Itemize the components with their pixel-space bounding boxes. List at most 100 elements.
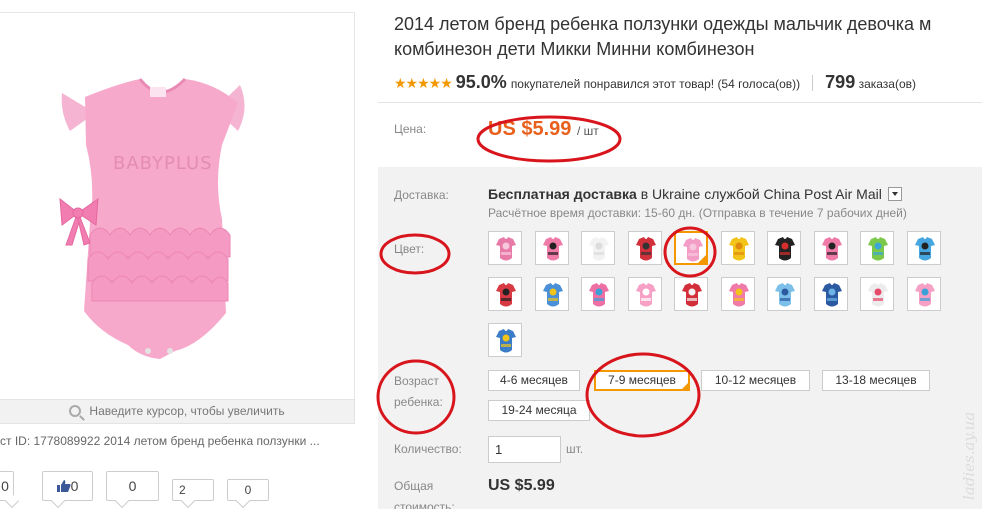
share-count: 0	[1, 478, 9, 494]
age-option-4-6[interactable]: 4-6 месяцев	[488, 370, 580, 391]
age-option-19-24[interactable]: 19-24 месяца	[488, 400, 590, 421]
shipping-estimate: Расчётное время доставки: 15-60 дн. (Отп…	[488, 206, 907, 220]
price-value-row: US $5.99 / шт	[488, 118, 599, 141]
color-swatch-blue-mickey-romper[interactable]	[907, 231, 941, 265]
mickey-black-romper-icon	[775, 237, 795, 261]
pink-ruffle-romper-icon	[683, 238, 703, 262]
divider	[378, 102, 982, 103]
pin-count-box[interactable]: 0	[227, 479, 269, 501]
shipping-title: Бесплатная доставка	[488, 186, 637, 202]
red-mickey-romper-icon	[682, 283, 702, 307]
age-label-line-2: ребенка:	[394, 395, 443, 409]
like-button[interactable]: 0	[42, 471, 93, 501]
product-image-preview[interactable]: BABYPLUS	[0, 12, 355, 400]
rating-row: ★★★★★ 95.0% покупателей понравился этот то…	[394, 70, 916, 94]
kitty-white-romper-icon	[868, 283, 888, 307]
color-swatch-light-blue-romper[interactable]	[767, 277, 801, 311]
light-blue-romper-icon	[775, 283, 795, 307]
zoom-hint-bar: Наведите курсор, чтобы увеличить	[0, 399, 355, 424]
age-option-7-9[interactable]: 7-9 месяцев	[594, 370, 690, 391]
mickey-blue-set-icon	[496, 329, 516, 353]
like-count: 0	[70, 478, 79, 494]
image-brand-text: BABYPLUS	[113, 153, 213, 174]
color-swatch-yellow-pooh-romper[interactable]	[721, 231, 755, 265]
product-id-line: ст ID: 1778089922 2014 летом бренд ребен…	[0, 434, 320, 448]
magnifier-icon	[69, 405, 82, 417]
color-swatch-kitty-white-romper[interactable]	[860, 277, 894, 311]
pink-romper-set-icon	[496, 237, 516, 261]
age-option-10-12[interactable]: 10-12 месяцев	[701, 370, 810, 391]
yellow-pooh-romper-icon	[729, 237, 749, 261]
color-swatch-pink-romper-set[interactable]	[488, 231, 522, 265]
rating-text[interactable]: покупателей понравился этот товар! (54 г…	[511, 77, 800, 91]
rating-stars-icon[interactable]: ★★★★★	[394, 75, 453, 91]
hello-kitty-romper-icon	[636, 283, 656, 307]
color-swatch-pink-ruffle-romper[interactable]	[674, 231, 708, 265]
total-label: Общая стоимость:	[394, 476, 455, 509]
shipping-dropdown-icon[interactable]	[887, 187, 902, 201]
product-title-line-1: 2014 летом бренд ребенка ползунки одежды…	[394, 14, 932, 34]
pink-minnie-set-icon	[915, 283, 935, 307]
blue-mickey-romper-icon	[915, 237, 935, 261]
share-count-box[interactable]: 0	[0, 471, 14, 501]
color-swatch-pink-minnie-romper[interactable]	[721, 277, 755, 311]
orders-count: 799	[825, 72, 856, 92]
zoom-hint-text: Наведите курсор, чтобы увеличить	[89, 404, 285, 418]
color-swatch-red-black-romper[interactable]	[628, 231, 662, 265]
color-swatch-minnie-dots-romper[interactable]	[814, 231, 848, 265]
red-black-romper-icon	[636, 237, 656, 261]
green-frog-romper-icon	[868, 237, 888, 261]
pin-count: 0	[244, 483, 252, 497]
shipping-label: Доставка:	[394, 188, 449, 202]
divider	[812, 75, 814, 91]
orders-label: заказа(ов)	[858, 77, 917, 91]
age-option-13-18[interactable]: 13-18 месяцев	[822, 370, 930, 391]
color-swatch-white-romper[interactable]	[581, 231, 615, 265]
age-label-line-1: Возраст	[394, 374, 439, 388]
total-label-line-1: Общая	[394, 479, 434, 493]
tweet-count-box[interactable]: 0	[106, 471, 159, 501]
thumbs-up-icon	[56, 480, 71, 492]
color-swatch-mickey-blue-set[interactable]	[488, 323, 522, 357]
color-swatch-minnie-pink-romper[interactable]	[535, 231, 569, 265]
minnie-dots-romper-icon	[822, 237, 842, 261]
plus-count: 2	[179, 483, 186, 497]
color-swatch-pink-minnie-set[interactable]	[907, 277, 941, 311]
minnie-red-romper-icon	[496, 283, 516, 307]
color-swatch-blue-yellow-romper[interactable]	[535, 277, 569, 311]
pink-hooded-romper-icon	[589, 283, 609, 307]
pink-minnie-romper-icon	[729, 283, 749, 307]
white-romper-icon	[589, 237, 609, 261]
color-swatch-green-frog-romper[interactable]	[860, 231, 894, 265]
color-swatch-minnie-red-romper[interactable]	[488, 277, 522, 311]
color-swatch-navy-mickey-romper[interactable]	[814, 277, 848, 311]
total-label-line-2: стоимость:	[394, 500, 455, 509]
navy-mickey-romper-icon	[822, 283, 842, 307]
watermark-text: ladies.ay.ua	[960, 411, 978, 500]
total-value: US $5.99	[488, 477, 555, 494]
product-title-line-2: комбинезон дети Микки Минни комбинезон	[394, 39, 755, 59]
plus-count-box[interactable]: 2	[172, 479, 214, 501]
quantity-unit: шт.	[566, 442, 584, 456]
age-label: Возраст ребенка:	[394, 371, 443, 413]
price-label: Цена:	[394, 122, 427, 136]
rating-percent: 95.0%	[455, 72, 507, 92]
color-label: Цвет:	[394, 242, 425, 256]
shipping-method: службой China Post Air Mail	[704, 186, 882, 202]
pink-romper-image	[59, 77, 245, 359]
quantity-label: Количество:	[394, 442, 462, 456]
color-swatch-hello-kitty-romper[interactable]	[628, 277, 662, 311]
quantity-input[interactable]	[488, 436, 561, 463]
product-title: 2014 летом бренд ребенка ползунки одежды…	[394, 12, 982, 62]
shipping-country[interactable]: Ukraine	[652, 186, 700, 202]
price-value: US $5.99	[488, 118, 572, 140]
shipping-info: Бесплатная доставка в Ukraine службой Ch…	[488, 186, 902, 202]
blue-yellow-romper-icon	[543, 283, 563, 307]
tweet-count: 0	[128, 478, 137, 494]
color-swatch-red-mickey-romper[interactable]	[674, 277, 708, 311]
color-swatch-mickey-black-romper[interactable]	[767, 231, 801, 265]
price-unit: / шт	[576, 124, 599, 138]
minnie-pink-romper-icon	[543, 237, 563, 261]
shipping-in: в	[640, 186, 649, 202]
color-swatch-pink-hooded-romper[interactable]	[581, 277, 615, 311]
